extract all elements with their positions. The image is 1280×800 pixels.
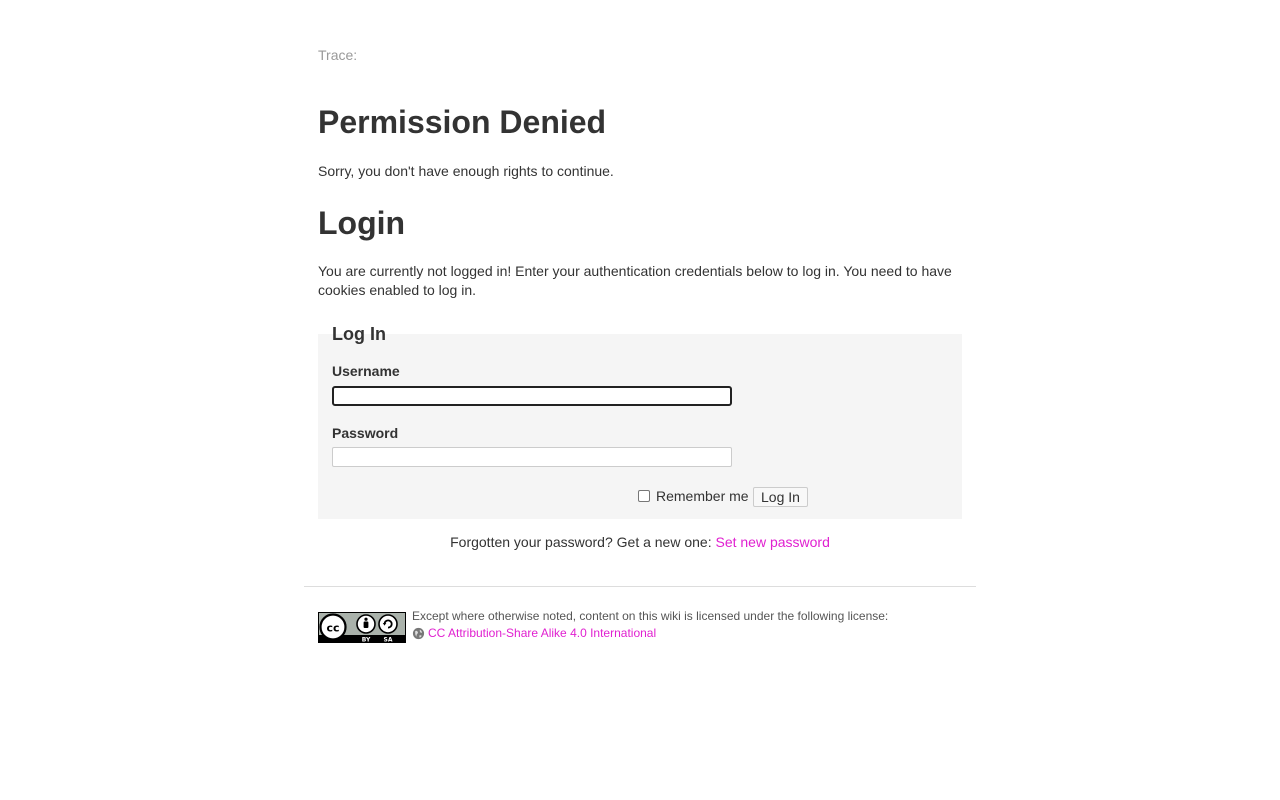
permission-denied-message: Sorry, you don't have enough rights to c… bbox=[318, 163, 614, 179]
login-form-legend: Log In bbox=[332, 324, 386, 344]
remember-me[interactable]: Remember me bbox=[638, 488, 749, 504]
remember-me-label: Remember me bbox=[656, 488, 749, 504]
svg-text:cc: cc bbox=[326, 622, 339, 635]
badge-sa-label: SA bbox=[384, 636, 393, 643]
set-new-password-link[interactable]: Set new password bbox=[715, 534, 829, 550]
login-button[interactable]: Log In bbox=[753, 487, 808, 507]
password-input[interactable] bbox=[332, 447, 732, 467]
username-label: Username bbox=[332, 363, 400, 379]
forgot-password-text: Forgotten your password? Get a new one: bbox=[450, 534, 712, 550]
login-form: Log In Username Password Remember me Log… bbox=[318, 324, 962, 519]
permission-denied-title: Permission Denied bbox=[318, 104, 607, 140]
license-link[interactable]: CC Attribution-Share Alike 4.0 Internati… bbox=[428, 626, 656, 640]
username-input[interactable] bbox=[332, 386, 732, 406]
login-notice: You are currently not logged in! Enter y… bbox=[318, 263, 952, 298]
forgot-password: Forgotten your password? Get a new one: … bbox=[318, 534, 962, 550]
cc-by-sa-badge-icon[interactable]: cc BY SA bbox=[318, 612, 406, 643]
password-label: Password bbox=[332, 425, 399, 441]
footer-divider bbox=[304, 586, 976, 587]
remember-me-checkbox[interactable] bbox=[638, 490, 650, 502]
badge-by-label: BY bbox=[362, 636, 371, 643]
license-intro: Except where otherwise noted, content on… bbox=[412, 609, 889, 623]
login-title: Login bbox=[318, 205, 406, 241]
globe-icon bbox=[412, 627, 425, 639]
trace-breadcrumb: Trace: bbox=[318, 47, 358, 63]
license-link-row: CC Attribution-Share Alike 4.0 Internati… bbox=[412, 626, 656, 640]
